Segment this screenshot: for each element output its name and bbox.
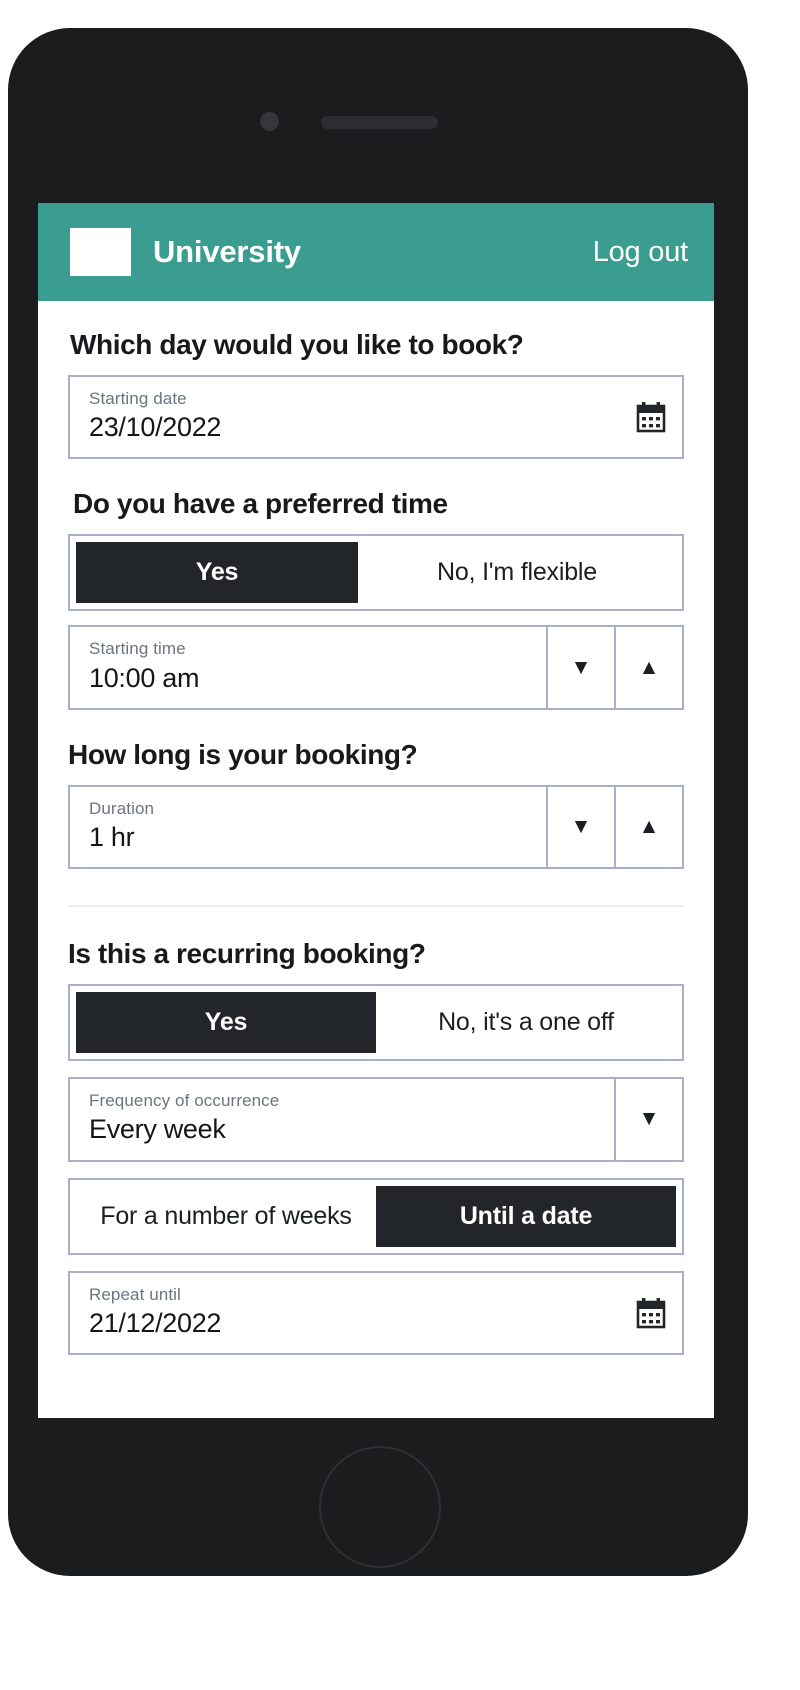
booking-form: Which day would you like to book? Starti… xyxy=(38,329,714,1356)
starting-date-calendar-button[interactable] xyxy=(620,377,682,457)
frequency-label: Frequency of occurrence xyxy=(89,1091,280,1111)
preferred-time-toggle: Yes No, I'm flexible xyxy=(68,533,684,612)
duration-label: Duration xyxy=(89,798,155,818)
caret-down-icon: ▼ xyxy=(570,655,592,679)
earpiece-speaker xyxy=(321,116,438,129)
frequency-dropdown-button[interactable]: ▼ xyxy=(614,1079,682,1160)
starting-time-main[interactable]: Starting time 10:00 am xyxy=(70,627,546,707)
duration-main[interactable]: Duration 1 hr xyxy=(70,787,546,867)
recurring-yes-option[interactable]: Yes xyxy=(76,991,376,1054)
duration-value: 1 hr xyxy=(89,821,135,852)
question-recurring-booking: Is this a recurring booking? xyxy=(68,937,426,969)
starting-date-label: Starting date xyxy=(89,388,187,408)
duration-field[interactable]: Duration 1 hr ▼ ▲ xyxy=(68,784,684,869)
end-mode-until-a-date-option[interactable]: Until a date xyxy=(376,1185,676,1248)
preferred-time-no-option[interactable]: No, I'm flexible xyxy=(358,541,676,604)
duration-increment-button[interactable]: ▲ xyxy=(614,786,682,867)
home-button[interactable] xyxy=(319,1446,441,1568)
starting-time-increment-button[interactable]: ▲ xyxy=(614,627,682,708)
frequency-field[interactable]: Frequency of occurrence Every week ▼ xyxy=(68,1077,684,1162)
frequency-value: Every week xyxy=(89,1114,226,1145)
recurring-no-option[interactable]: No, it's a one off xyxy=(376,991,676,1054)
app-title: University xyxy=(153,234,301,269)
end-mode-number-of-weeks-option[interactable]: For a number of weeks xyxy=(76,1185,376,1248)
starting-time-value: 10:00 am xyxy=(89,662,200,693)
phone-device-frame: University Log out Which day would you l… xyxy=(8,28,748,1576)
calendar-icon xyxy=(636,1298,666,1329)
recurrence-end-toggle: For a number of weeks Until a date xyxy=(68,1177,684,1256)
app-header: University Log out xyxy=(38,203,714,301)
starting-date-value: 23/10/2022 xyxy=(89,412,222,443)
section-divider xyxy=(68,904,684,907)
university-logo xyxy=(70,228,131,276)
repeat-until-main[interactable]: Repeat until 21/12/2022 xyxy=(70,1273,620,1353)
frequency-main[interactable]: Frequency of occurrence Every week xyxy=(70,1079,614,1159)
app-screen: University Log out Which day would you l… xyxy=(38,203,714,1418)
repeat-until-label: Repeat until xyxy=(89,1285,181,1305)
repeat-until-field[interactable]: Repeat until 21/12/2022 xyxy=(68,1271,684,1356)
preferred-time-yes-option[interactable]: Yes xyxy=(76,541,358,604)
repeat-until-calendar-button[interactable] xyxy=(620,1273,682,1353)
question-preferred-time: Do you have a preferred time xyxy=(73,488,448,520)
log-out-button[interactable]: Log out xyxy=(593,236,689,269)
caret-up-icon: ▲ xyxy=(638,814,660,838)
caret-down-icon: ▼ xyxy=(638,1107,660,1131)
starting-time-decrement-button[interactable]: ▼ xyxy=(546,627,614,708)
starting-date-field[interactable]: Starting date 23/10/2022 xyxy=(68,374,684,460)
recurring-toggle: Yes No, it's a one off xyxy=(68,983,684,1062)
duration-decrement-button[interactable]: ▼ xyxy=(546,786,614,867)
starting-date-main[interactable]: Starting date 23/10/2022 xyxy=(70,377,620,457)
front-camera-icon xyxy=(260,112,279,131)
screenshot-stage: University Log out Which day would you l… xyxy=(0,0,800,1690)
caret-up-icon: ▲ xyxy=(638,655,660,679)
starting-time-label: Starting time xyxy=(89,639,186,659)
starting-time-field[interactable]: Starting time 10:00 am ▼ ▲ xyxy=(68,625,684,710)
calendar-icon xyxy=(636,401,666,433)
question-booking-duration: How long is your booking? xyxy=(68,738,418,770)
repeat-until-value: 21/12/2022 xyxy=(89,1308,222,1339)
question-which-day: Which day would you like to book? xyxy=(70,329,524,360)
caret-down-icon: ▼ xyxy=(570,814,592,838)
